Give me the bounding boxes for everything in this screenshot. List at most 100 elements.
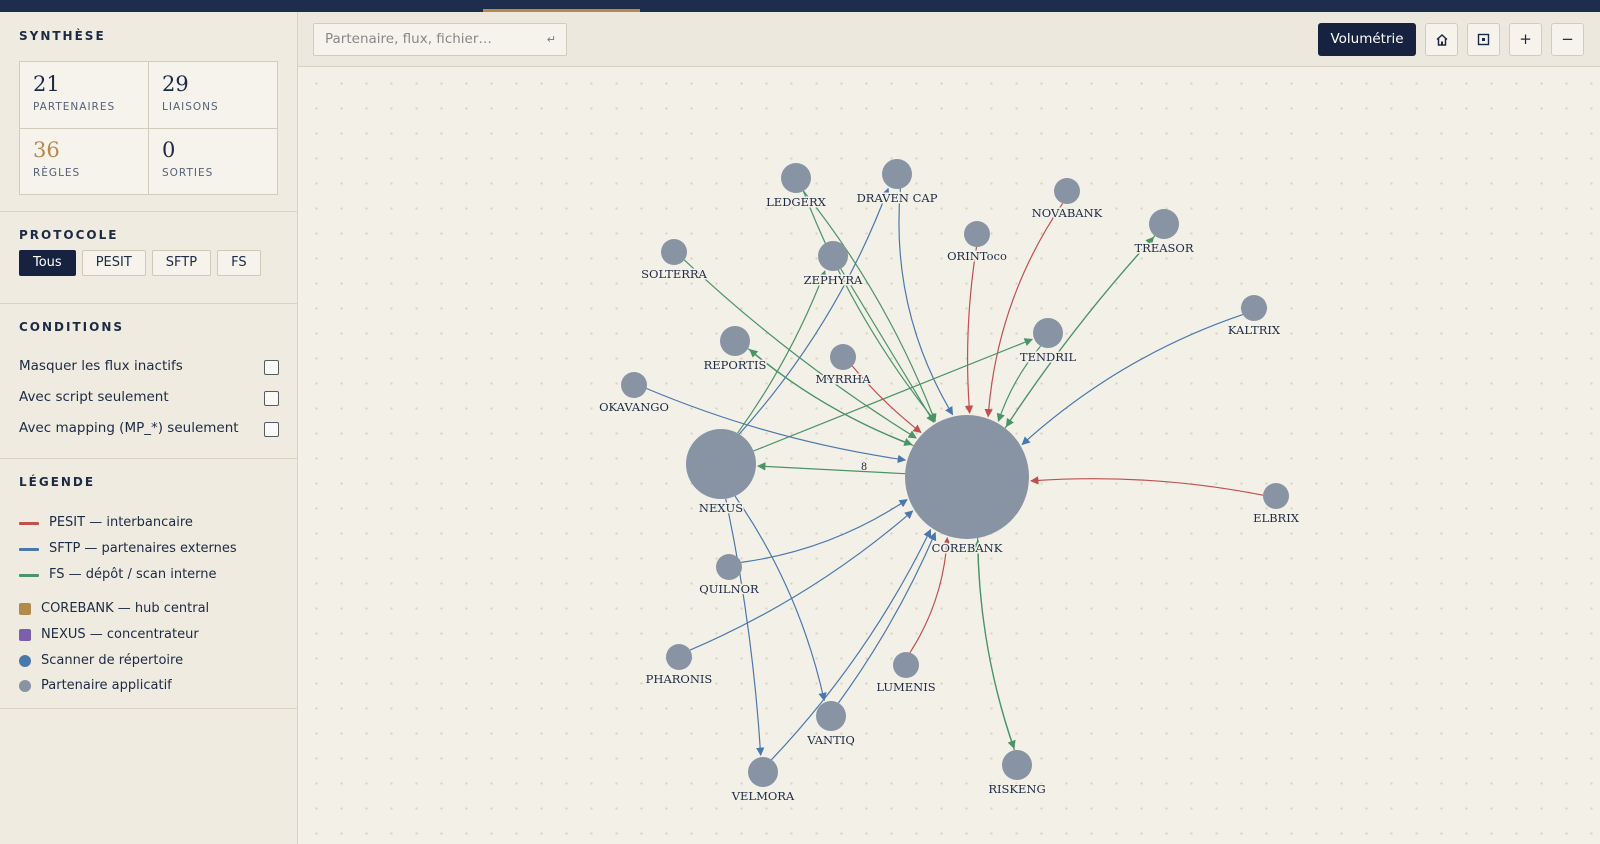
edge-orintoco-corebank[interactable]	[964, 246, 978, 414]
zoom-in-button[interactable]: +	[1509, 23, 1542, 56]
stat-partenaires: 21 PARTENAIRES	[20, 62, 149, 128]
node-label-ledgerx: LEDGERX	[766, 195, 826, 209]
node-myrrha[interactable]	[830, 344, 856, 370]
edge-okavango-corebank[interactable]	[646, 387, 907, 464]
node-label-kaltrix: KALTRIX	[1228, 323, 1281, 337]
node-label-orintoco: ORINToco	[947, 249, 1007, 263]
node-treasor[interactable]	[1149, 209, 1179, 239]
node-riskeng[interactable]	[1002, 750, 1032, 780]
condition-label: Masquer les flux inactifs	[19, 358, 183, 374]
stat-value: 0	[162, 138, 176, 162]
node-lumenis[interactable]	[893, 652, 919, 678]
legend-fs: FS — dépôt / scan interne	[19, 566, 217, 584]
node-quilnor[interactable]	[716, 554, 742, 580]
legende-section: LÉGENDE	[0, 459, 297, 709]
node-nexus[interactable]	[686, 429, 756, 499]
node-zephyra[interactable]	[818, 241, 848, 271]
node-label-myrrha: MYRRHA	[815, 372, 871, 386]
toolbar: Partenaire, flux, fichier… ↵ Volumétrie …	[298, 12, 1600, 67]
node-label-novabank: NOVABANK	[1032, 206, 1103, 220]
legend-nexus: NEXUS — concentrateur	[19, 626, 199, 644]
node-vantiq[interactable]	[816, 701, 846, 731]
condition-checkbox[interactable]	[264, 360, 279, 375]
filter-sftp-button[interactable]: SFTP	[151, 250, 212, 276]
node-label-velmora: VELMORA	[731, 789, 795, 803]
edge-corebank-riskeng[interactable]	[977, 538, 1016, 750]
node-okavango[interactable]	[621, 372, 647, 398]
node-solterra[interactable]	[661, 239, 687, 265]
stats-grid: 21 PARTENAIRES 29 LIAISONS 36 RÈGLES 0 S…	[19, 61, 278, 195]
node-elbrix[interactable]	[1263, 483, 1289, 509]
edge-corebank-nexus[interactable]	[757, 462, 906, 475]
edge-corebank-reportis[interactable]	[749, 349, 914, 447]
home-button[interactable]	[1425, 23, 1458, 56]
node-label-solterra: SOLTERRA	[641, 267, 707, 281]
node-label-pharonis: PHARONIS	[646, 672, 713, 686]
filter-pesit-button[interactable]: PESIT	[81, 250, 146, 276]
protocol-filter: Tous PESIT SFTP FS	[19, 250, 261, 276]
node-label-riskeng: RISKENG	[988, 782, 1045, 796]
edge-draven-corebank[interactable]	[898, 188, 954, 416]
node-reportis[interactable]	[720, 326, 750, 356]
partner-dot-icon	[19, 680, 31, 692]
search-input[interactable]: Partenaire, flux, fichier… ↵	[313, 23, 567, 56]
condition-label: Avec script seulement	[19, 389, 169, 405]
node-novabank[interactable]	[1054, 178, 1080, 204]
node-velmora[interactable]	[748, 757, 778, 787]
condition-checkbox[interactable]	[264, 391, 279, 406]
flow-graph[interactable]: 8 COREBANK NEXUS LEDGERX DRAVEN CAP NOVABANK…	[298, 67, 1600, 844]
edge-nexus-velmora[interactable]	[725, 498, 765, 757]
node-label-zephyra: ZEPHYRA	[804, 273, 863, 287]
node-label-vantiq: VANTIQ	[806, 733, 855, 747]
edge-lumenis-corebank[interactable]	[909, 537, 951, 653]
legende-title: LÉGENDE	[19, 475, 96, 489]
edge-ledgerx-corebank[interactable]	[802, 190, 937, 423]
fit-view-button[interactable]	[1467, 23, 1500, 56]
edge-nexus-vantiq[interactable]	[734, 495, 827, 702]
node-corebank[interactable]	[905, 415, 1029, 539]
condition-script: Avec script seulement	[19, 389, 279, 409]
node-label-okavango: OKAVANGO	[599, 400, 669, 414]
condition-label: Avec mapping (MP_*) seulement	[19, 420, 239, 436]
stat-label: RÈGLES	[33, 167, 81, 179]
edge-reportis-corebank[interactable]	[747, 348, 913, 446]
node-label-draven: DRAVEN CAP	[857, 191, 938, 205]
legend-partenaire: Partenaire applicatif	[19, 677, 172, 695]
edge-pharonis-corebank[interactable]	[689, 510, 914, 651]
edge-riskeng-corebank[interactable]	[973, 539, 1015, 751]
edge-quilnor-corebank[interactable]	[741, 499, 908, 563]
filter-tous-button[interactable]: Tous	[19, 250, 76, 276]
edge-solterra-corebank[interactable]	[683, 259, 917, 439]
concentrator-square-icon	[19, 629, 31, 641]
edge-velmora-corebank[interactable]	[771, 528, 932, 761]
edge-nexus-zephyra[interactable]	[737, 270, 827, 434]
legend-corebank: COREBANK — hub central	[19, 600, 209, 618]
node-kaltrix[interactable]	[1241, 295, 1267, 321]
condition-inactive: Masquer les flux inactifs	[19, 358, 279, 378]
legend-scanner: Scanner de répertoire	[19, 652, 183, 670]
filter-fs-button[interactable]: FS	[217, 250, 261, 276]
edge-ledgerx-corebank[interactable]	[802, 190, 936, 423]
volumetrie-button[interactable]: Volumétrie	[1318, 23, 1416, 56]
edge-elbrix-corebank[interactable]	[1030, 476, 1264, 496]
node-label-treasor: TREASOR	[1135, 241, 1194, 255]
stat-value: 36	[33, 138, 60, 162]
node-tendril[interactable]	[1033, 318, 1063, 348]
graph-canvas[interactable]: 8 COREBANK NEXUS LEDGERX DRAVEN CAP NOVABANK…	[298, 67, 1600, 844]
legend-label: Scanner de répertoire	[41, 653, 184, 668]
fs-line-swatch	[19, 574, 39, 577]
node-pharonis[interactable]	[666, 644, 692, 670]
edge-novabank-corebank[interactable]	[984, 202, 1064, 418]
node-draven[interactable]	[882, 159, 912, 189]
node-label-quilnor: QUILNOR	[699, 582, 759, 596]
legend-label: FS — dépôt / scan interne	[49, 567, 217, 582]
legend-pesit: PESIT — interbancaire	[19, 514, 193, 532]
condition-mapping: Avec mapping (MP_*) seulement	[19, 420, 279, 440]
node-ledgerx[interactable]	[781, 163, 811, 193]
node-label-tendril: TENDRIL	[1020, 350, 1077, 364]
search-placeholder: Partenaire, flux, fichier…	[325, 31, 492, 47]
zoom-out-button[interactable]: −	[1551, 23, 1584, 56]
node-orintoco[interactable]	[964, 221, 990, 247]
condition-checkbox[interactable]	[264, 422, 279, 437]
hub-square-icon	[19, 603, 31, 615]
